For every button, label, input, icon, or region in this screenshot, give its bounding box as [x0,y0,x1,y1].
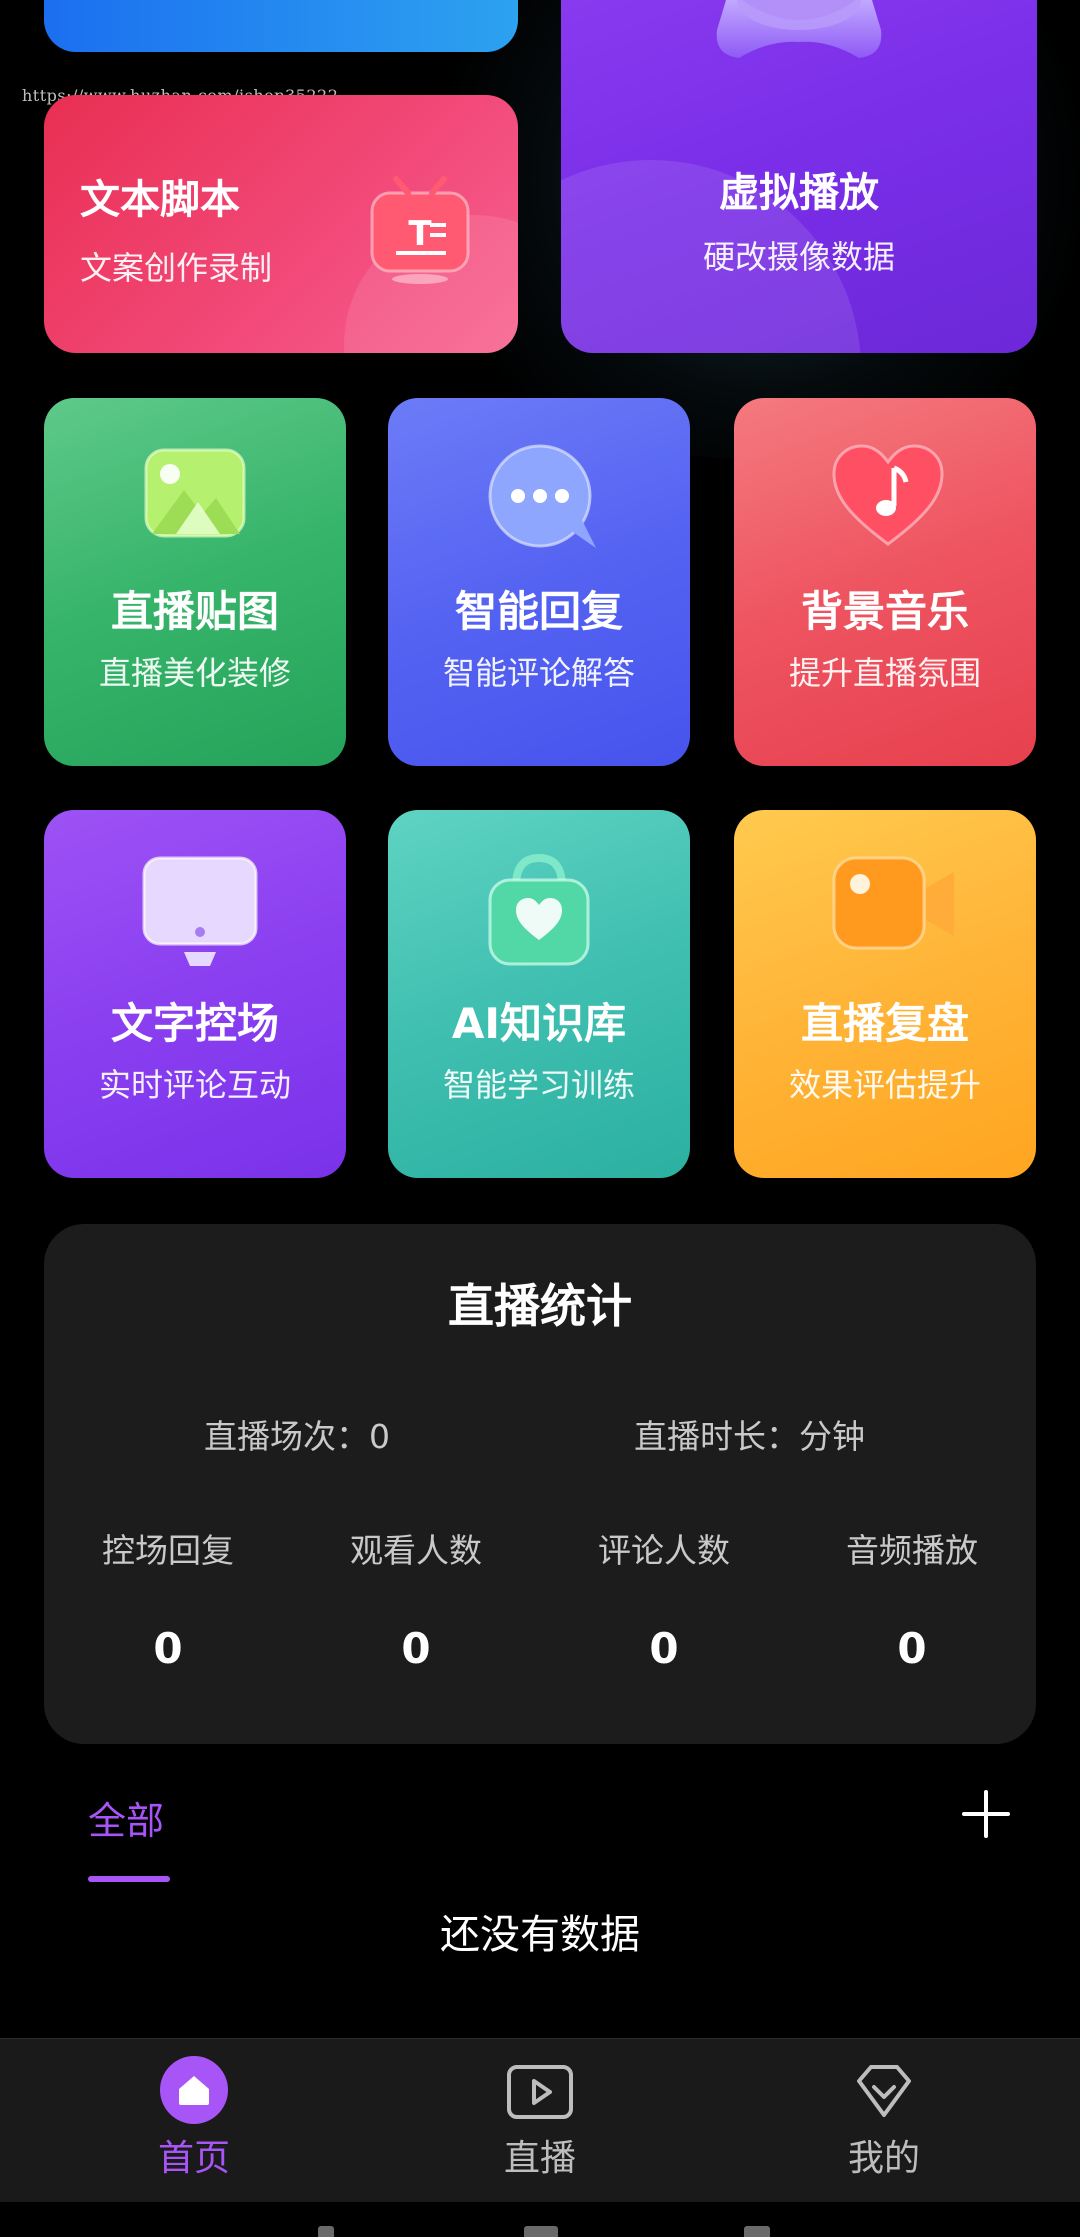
stat-label: 观看人数 [350,1531,482,1570]
feature-card-text-script[interactable]: 文本脚本 文案创作录制 T [44,95,518,353]
feature-title: 背景音乐 [800,587,969,636]
feature-title: 智能回复 [454,587,623,636]
add-button[interactable] [958,1786,1014,1842]
stat-column: 音频播放 0 [788,1524,1036,1673]
svg-text:T: T [408,214,432,254]
feature-card-background-music[interactable]: 背景音乐 提升直播氛围 [734,398,1036,766]
home-icon [159,2055,229,2125]
stats-title: 直播统计 [448,1279,632,1333]
text-script-icon: T [370,176,470,284]
image-icon [144,448,246,538]
live-stats-card: 直播统计 直播场次：0 直播时长：分钟 控场回复 0 观看人数 0 评论人数 0… [44,1224,1036,1744]
feature-title: AI知识库 [451,999,627,1048]
feature-card-live-review[interactable]: 直播复盘 效果评估提升 [734,810,1036,1178]
feature-subtitle: 文案创作录制 [80,249,273,287]
system-back-icon[interactable] [318,2226,334,2237]
chat-bubble-icon [488,444,596,548]
stat-sessions: 直播场次：0 [204,1417,390,1456]
stat-column: 观看人数 0 [292,1524,540,1673]
video-camera-icon [832,856,954,950]
stat-duration: 直播时长：分钟 [634,1417,865,1456]
feature-subtitle: 智能学习训练 [442,1066,635,1104]
feature-card-text-control[interactable]: 文字控场 实时评论互动 [44,810,346,1178]
nav-label: 我的 [847,2138,920,2179]
stat-label: 音频播放 [846,1531,978,1570]
feature-subtitle: 直播美化装修 [98,654,291,692]
tab-all[interactable]: 全部 [88,1790,164,1845]
bottom-navigation: 首页 直播 我的 [0,2038,1080,2203]
stat-column: 评论人数 0 [540,1524,788,1673]
system-navigation-bar [0,2202,1080,2237]
feature-card-live-stickers[interactable]: 直播贴图 直播美化装修 [44,398,346,766]
tab-underline [88,1876,170,1882]
monitor-icon [142,856,258,966]
feature-title: 虚拟播放 [719,170,879,216]
stat-value: 0 [649,1624,679,1673]
nav-label: 首页 [157,2138,230,2179]
feature-card-partial[interactable] [44,0,518,52]
stat-column: 控场回复 0 [44,1524,292,1673]
stat-value: 0 [153,1624,183,1673]
system-recents-icon[interactable] [744,2226,770,2237]
system-home-icon[interactable] [524,2226,558,2237]
virtual-play-icon [716,0,882,58]
music-heart-icon [832,444,944,546]
stat-value: 0 [897,1624,927,1673]
nav-item-me[interactable]: 我的 [784,2055,984,2181]
feature-title: 文本脚本 [80,177,240,223]
feature-card-smart-reply[interactable]: 智能回复 智能评论解答 [388,398,690,766]
feature-title: 直播复盘 [800,999,969,1048]
feature-subtitle: 智能评论解答 [442,654,635,692]
feature-subtitle: 硬改摄像数据 [702,238,895,276]
nav-label: 直播 [503,2138,576,2179]
stat-value: 0 [401,1624,431,1673]
feature-subtitle: 实时评论互动 [98,1066,291,1104]
stat-label: 评论人数 [598,1531,730,1570]
nav-item-home[interactable]: 首页 [94,2055,294,2181]
empty-state-text: 还没有数据 [440,1912,640,1958]
feature-title: 直播贴图 [110,587,279,636]
diamond-icon [849,2055,919,2125]
feature-card-ai-knowledge[interactable]: AI知识库 智能学习训练 [388,810,690,1178]
nav-item-live[interactable]: 直播 [440,2055,640,2181]
bag-heart-icon [488,853,590,966]
feature-card-virtual-play[interactable]: 虚拟播放 硬改摄像数据 [561,0,1037,353]
play-screen-icon [505,2055,575,2125]
app-home-screen: https://www.huzhan.com/ishop35222 虚拟播放 硬… [0,0,1080,2237]
feature-title: 文字控场 [110,999,279,1048]
stat-label: 控场回复 [102,1531,234,1570]
feature-subtitle: 提升直播氛围 [788,654,981,692]
feature-subtitle: 效果评估提升 [788,1066,981,1104]
